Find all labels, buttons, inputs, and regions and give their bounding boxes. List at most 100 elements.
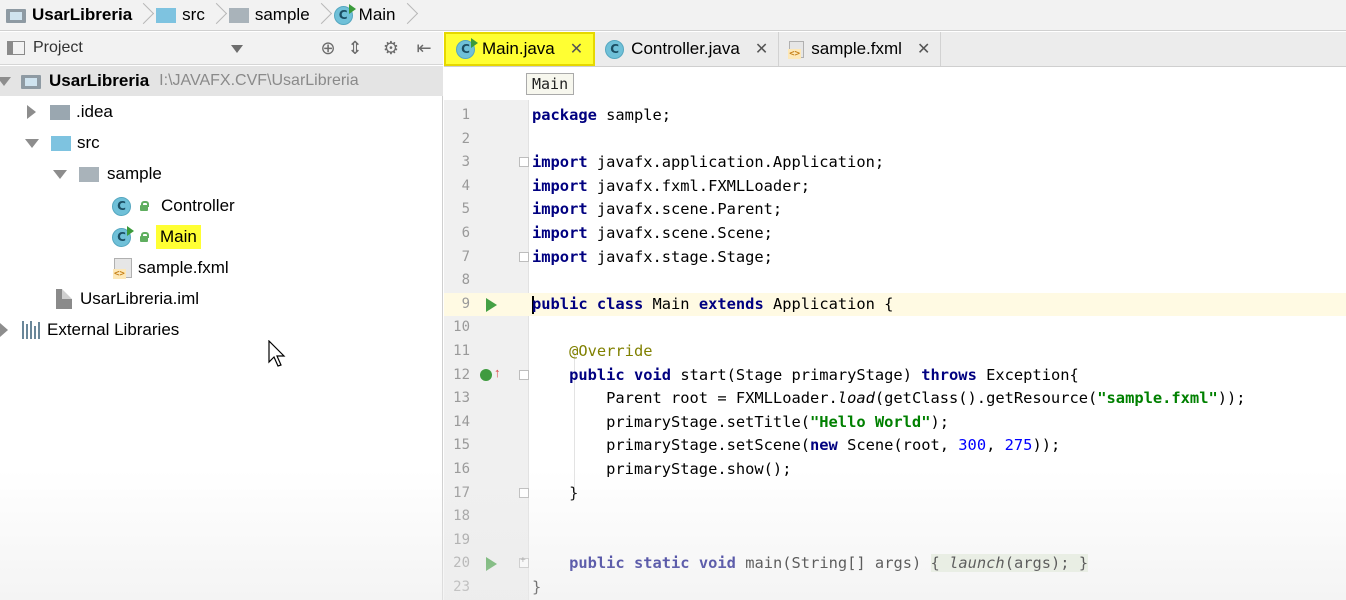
tree-item-controller[interactable]: C Controller — [112, 192, 235, 220]
tree-item-iml[interactable]: UsarLibreria.iml — [56, 285, 199, 313]
editor-tabs: C Main.java ✕ C Controller.java ✕ sample… — [444, 32, 1346, 67]
fold-marker-icon[interactable] — [519, 251, 529, 262]
code-text: primaryStage.show(); — [606, 460, 792, 478]
collapsed-arrow-icon[interactable] — [0, 323, 8, 337]
folder-icon — [156, 7, 177, 23]
tab-label: sample.fxml — [811, 39, 902, 58]
code-text: public class Main extends Application { — [532, 294, 894, 313]
module-icon — [21, 73, 41, 89]
tab-label: Controller.java — [631, 39, 740, 58]
run-icon[interactable] — [486, 297, 497, 312]
code-line: 3 import javafx.application.Application; — [444, 151, 1346, 175]
code-line: 4 import javafx.fxml.FXMLLoader; — [444, 175, 1346, 199]
project-view-selector[interactable]: Project — [7, 39, 83, 57]
tree-item-label: UsarLibreria.iml — [80, 289, 200, 308]
line-number: 19 — [453, 531, 470, 548]
expanded-arrow-icon[interactable] — [53, 169, 67, 179]
line-number: 12 — [453, 366, 470, 383]
tree-item-sample[interactable]: sample — [53, 160, 162, 188]
package-icon — [79, 166, 99, 182]
line-number: 11 — [453, 343, 470, 359]
breadcrumb-main[interactable]: C Main — [328, 0, 400, 31]
code-line: 23 } — [444, 576, 1346, 600]
tree-item-sample-fxml[interactable]: sample.fxml — [113, 254, 229, 282]
chevron-right-icon — [138, 0, 148, 31]
line-number: 10 — [453, 319, 470, 336]
libraries-icon — [22, 321, 40, 339]
arrow-up-icon: ↑ — [494, 364, 501, 380]
close-icon[interactable]: ✕ — [755, 39, 768, 59]
tree-item-path: I:\JAVAFX.CVF\UsarLibreria — [159, 72, 359, 89]
tree-item-root[interactable]: UsarLibreria I:\JAVAFX.CVF\UsarLibreria — [0, 67, 359, 95]
code-line: 16 primaryStage.show(); — [444, 458, 1346, 482]
tree-item-label: src — [77, 133, 100, 152]
close-icon[interactable]: ✕ — [917, 39, 930, 59]
tree-item-label: Main — [156, 225, 201, 249]
code-line: 13 Parent root = FXMLLoader.load(getClas… — [444, 387, 1346, 411]
line-number: 18 — [453, 508, 470, 525]
line-number: 2 — [461, 130, 470, 147]
tree-item-external-libraries[interactable]: External Libraries — [0, 316, 179, 344]
code-line: 1 package sample; — [444, 104, 1346, 128]
line-number: 9 — [461, 295, 470, 312]
chevron-right-icon — [402, 0, 412, 31]
code-text: import javafx.stage.Stage; — [532, 247, 773, 266]
run-icon[interactable] — [486, 557, 497, 572]
code-line: 12 ↑ public void start(Stage primaryStag… — [444, 364, 1346, 388]
breadcrumb-sample[interactable]: sample — [223, 0, 314, 31]
code-line: 6 import javafx.scene.Scene; — [444, 222, 1346, 246]
gear-icon[interactable]: ⚙ — [381, 39, 401, 59]
tree-item-main[interactable]: C Main — [112, 223, 201, 251]
class-icon: C — [605, 39, 625, 59]
code-text: @Override — [569, 342, 653, 360]
line-number: 20 — [453, 555, 470, 572]
code-line: 20 public static void main(String[] args… — [444, 552, 1346, 576]
line-number: 23 — [453, 579, 470, 595]
code-line: 15 primaryStage.setScene(new Scene(root,… — [444, 434, 1346, 458]
project-panel-header: Project ⊕ ⇕ ⚙ ⇤ — [0, 32, 443, 65]
line-number: 7 — [461, 248, 470, 265]
line-number: 15 — [453, 437, 470, 454]
breadcrumb-label: UsarLibreria — [32, 5, 133, 24]
fxml-file-icon — [113, 258, 132, 279]
expanded-arrow-icon[interactable] — [25, 138, 39, 148]
tab-sample-fxml[interactable]: sample.fxml ✕ — [779, 32, 942, 66]
override-icon[interactable] — [480, 368, 492, 381]
tree-item-src[interactable]: src — [25, 129, 100, 157]
line-number: 17 — [453, 484, 470, 501]
hide-panel-icon[interactable]: ⇤ — [414, 39, 434, 59]
breadcrumb-src[interactable]: src — [150, 0, 209, 31]
dropdown-arrow-icon[interactable] — [231, 45, 243, 53]
code-text: import javafx.scene.Scene; — [532, 224, 773, 242]
locate-file-icon[interactable]: ⊕ — [318, 39, 338, 59]
folder-icon — [50, 104, 70, 120]
line-number: 1 — [461, 107, 470, 123]
code-text: package sample; — [532, 106, 672, 124]
line-number: 8 — [461, 272, 470, 289]
fold-expand-icon[interactable] — [519, 555, 529, 569]
code-line: 17 } — [444, 482, 1346, 506]
tab-main-java[interactable]: C Main.java ✕ — [444, 32, 596, 66]
fold-marker-icon[interactable] — [519, 369, 529, 380]
collapse-all-icon[interactable]: ⇕ — [345, 39, 365, 59]
close-icon[interactable]: ✕ — [570, 39, 583, 59]
expanded-arrow-icon[interactable] — [0, 76, 11, 86]
tab-controller-java[interactable]: C Controller.java ✕ — [595, 32, 780, 66]
line-number: 4 — [461, 177, 470, 194]
breadcrumb-module[interactable]: UsarLibreria — [0, 0, 136, 31]
tree-item-label: UsarLibreria — [49, 71, 150, 90]
fold-marker-icon[interactable] — [519, 487, 529, 498]
tree-item-label: Controller — [161, 196, 235, 215]
code-line: 2 — [444, 128, 1346, 152]
code-line: 11 @Override — [444, 340, 1346, 364]
collapsed-arrow-icon[interactable] — [27, 105, 36, 119]
breadcrumb-label: Main — [358, 5, 396, 24]
code-text: } — [532, 578, 542, 596]
package-icon — [228, 7, 249, 23]
code-line-current: 9 public class Main extends Application … — [444, 292, 1346, 317]
code-editor[interactable]: 1 package sample; 2 3 import javafx.appl… — [444, 100, 1346, 600]
line-number: 14 — [453, 413, 470, 430]
fold-marker-icon[interactable] — [519, 157, 529, 168]
navigation-bar: UsarLibreria src sample C Main — [0, 0, 1346, 31]
tree-item-idea[interactable]: .idea — [27, 98, 113, 126]
